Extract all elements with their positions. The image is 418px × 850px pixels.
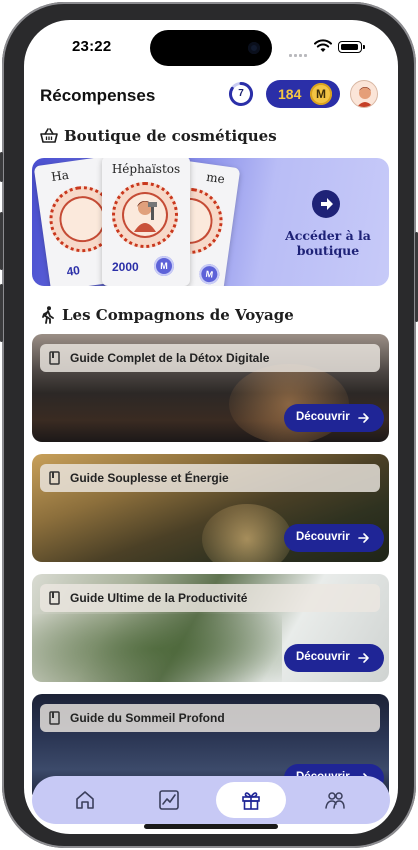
chart-icon (159, 790, 179, 810)
shop-section-title: Boutique de cosmétiques (40, 126, 277, 145)
status-time: 23:22 (72, 38, 112, 55)
discover-button[interactable]: Découvrir (284, 404, 384, 432)
discover-button[interactable]: Découvrir (284, 644, 384, 672)
nav-home[interactable] (50, 782, 120, 818)
avatar-character-icon (357, 87, 373, 107)
arrow-right-icon (358, 533, 369, 543)
nav-rewards[interactable] (216, 782, 286, 818)
shop-cta-label[interactable]: Accéder à la boutique (276, 228, 380, 258)
status-bar: 23:22 (24, 20, 398, 76)
guide-card[interactable]: Guide Souplesse et Énergie Découvrir (32, 454, 389, 562)
nav-community[interactable] (300, 782, 370, 818)
book-icon (49, 711, 60, 725)
hephaistos-medal-icon (112, 182, 178, 248)
guide-title-bar: Guide du Sommeil Profond (40, 704, 380, 732)
coin-balance[interactable]: 184 M (266, 80, 340, 108)
coin-badge-icon: M (154, 256, 174, 276)
card-name: Héphaïstos (111, 162, 181, 176)
coin-badge-icon: M (198, 262, 221, 286)
streak-progress[interactable]: 7 (228, 81, 254, 107)
guide-title: Guide Souplesse et Énergie (70, 471, 229, 485)
community-icon (325, 792, 345, 809)
guide-title-bar: Guide Complet de la Détox Digitale (40, 344, 380, 372)
nav-stats[interactable] (134, 782, 204, 818)
page-header: Récompenses 7 184 M (40, 80, 386, 120)
card-price: 40 (65, 263, 81, 279)
book-icon (49, 591, 60, 605)
guide-title: Guide Ultime de la Productivité (70, 591, 248, 605)
home-icon (76, 791, 94, 809)
coin-balance-value: 184 (278, 86, 302, 102)
card-price: 2000 (112, 260, 139, 274)
battery-icon (338, 41, 365, 53)
avatar[interactable] (350, 80, 378, 108)
guide-card[interactable]: Guide Ultime de la Productivité Découvri… (32, 574, 389, 682)
dynamic-island (150, 30, 272, 66)
guide-title: Guide Complet de la Détox Digitale (70, 351, 270, 365)
arrow-right-icon[interactable] (312, 190, 340, 218)
wifi-icon (314, 39, 332, 52)
arrow-right-icon (358, 653, 369, 663)
walking-person-icon (42, 306, 54, 324)
app-screen: 23:22 Récompenses 7 184 M Boutique de co… (24, 20, 398, 834)
guide-title: Guide du Sommeil Profond (70, 711, 225, 725)
arrow-right-icon (358, 413, 369, 423)
bottom-nav (32, 776, 390, 824)
cosmetic-card-featured: Héphaïstos 2000 M (102, 158, 190, 286)
streak-count: 7 (238, 88, 244, 99)
book-icon (49, 471, 60, 485)
page-title: Récompenses (40, 86, 156, 105)
shop-banner[interactable]: Ha 40 me M Héphaïstos 2000 M Accéder à l… (32, 158, 389, 286)
phone-frame: 23:22 Récompenses 7 184 M Boutique de co… (0, 2, 418, 848)
book-icon (49, 351, 60, 365)
discover-button[interactable]: Découvrir (284, 524, 384, 552)
gift-icon (242, 792, 260, 810)
home-indicator[interactable] (144, 824, 278, 829)
guide-title-bar: Guide Souplesse et Énergie (40, 464, 380, 492)
companions-section-title: Les Compagnons de Voyage (40, 305, 294, 324)
cellular-signal-icon (289, 44, 309, 62)
guide-title-bar: Guide Ultime de la Productivité (40, 584, 380, 612)
basket-icon (40, 128, 58, 143)
guide-card[interactable]: Guide Complet de la Détox Digitale Décou… (32, 334, 389, 442)
coin-icon: M (310, 83, 332, 105)
